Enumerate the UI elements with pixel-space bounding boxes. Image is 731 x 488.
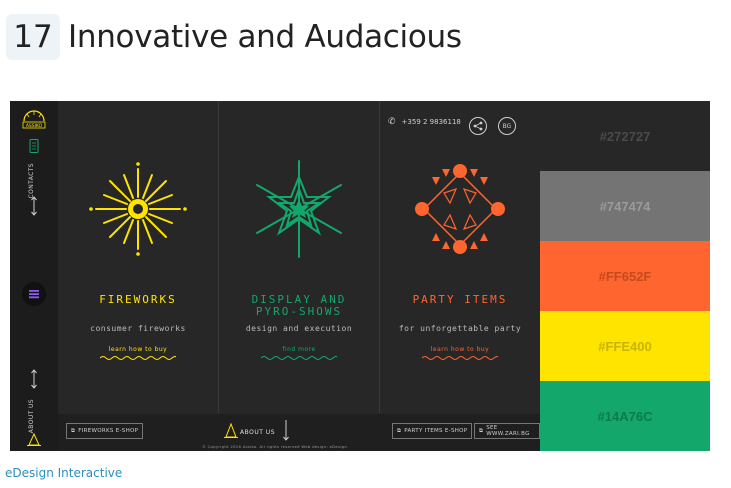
party-flags-icon — [415, 164, 505, 254]
party-items-shop-button[interactable]: ⧉ PARTY ITEMS E-SHOP — [392, 423, 473, 439]
source-credit-link[interactable]: eDesign Interactive — [5, 466, 122, 480]
wave-underline — [422, 356, 498, 360]
learn-how-to-buy-link[interactable]: learn how to buy — [58, 346, 218, 353]
party-shop-label: PARTY ITEMS E-SHOP — [404, 428, 468, 434]
scroll-arrow-icon[interactable] — [282, 419, 290, 441]
panel-title: DISPLAY AND PYRO-SHOWS — [251, 293, 347, 318]
menu-icon — [29, 290, 39, 299]
phone-device-icon[interactable] — [29, 139, 39, 153]
swatch-14a76c: #14A76C — [540, 381, 710, 451]
phone-icon: ✆ — [388, 117, 396, 127]
fireworks-shop-label: FIREWORKS E-SHOP — [78, 428, 139, 434]
external-link-icon: ⧉ — [397, 427, 402, 434]
share-icon — [473, 121, 483, 131]
fireworks-shop-button[interactable]: ⧉ FIREWORKS E-SHOP — [66, 423, 144, 439]
panel-subtitle: design and execution — [245, 324, 353, 333]
panel-title: PARTY ITEMS — [412, 293, 508, 306]
external-link-icon: ⧉ — [71, 427, 76, 434]
wave-underline — [261, 356, 337, 360]
wizard-hat-icon — [224, 422, 238, 438]
panel-subtitle: consumer fireworks — [90, 324, 186, 333]
share-button[interactable] — [469, 117, 487, 135]
swatch-ff652f: #FF652F — [540, 241, 710, 311]
website-screenshot: ASSIKO CONTACTS ABOUT US FIREWORKS consu… — [10, 101, 710, 451]
bottom-bar: ⧉ FIREWORKS E-SHOP ABOUT US ⧉ PARTY ITEM… — [58, 414, 540, 451]
panel-display-shows[interactable]: DISPLAY AND PYRO-SHOWS design and execut… — [219, 101, 380, 413]
panel-party-items[interactable]: PARTY ITEMS for unforgettable party lear… — [380, 101, 541, 413]
panel-fireworks[interactable]: FIREWORKS consumer fireworks learn how t… — [58, 101, 219, 413]
color-palette: #272727 #747474 #FF652F #FFE400 #14A76C — [540, 101, 710, 451]
side-label-about[interactable]: ABOUT US — [28, 399, 40, 433]
language-button[interactable]: BG — [498, 117, 516, 135]
find-more-link[interactable]: find more — [219, 346, 379, 353]
logo-text: ASSIKO — [26, 123, 43, 129]
swatch-272727: #272727 — [540, 101, 710, 171]
external-link-icon: ⧉ — [479, 427, 484, 434]
panel-subtitle: for unforgettable party — [398, 324, 522, 333]
phone-contact[interactable]: ✆ +359 2 9836118 — [388, 117, 461, 127]
zari-link-button[interactable]: ⧉ SEE WWW.ZARI.BG — [474, 423, 540, 439]
learn-how-to-buy-link[interactable]: learn how to buy — [380, 346, 540, 353]
menu-button[interactable] — [22, 282, 46, 306]
scroll-arrow-icon[interactable] — [30, 196, 38, 216]
example-number-badge: 17 — [6, 14, 60, 60]
phone-number: +359 2 9836118 — [401, 118, 461, 126]
panel-title: FIREWORKS — [99, 293, 177, 306]
swatch-ffe400: #FFE400 — [540, 311, 710, 381]
scroll-arrow-icon-lower[interactable] — [30, 369, 38, 389]
wave-underline — [100, 356, 176, 360]
example-heading: 17 Innovative and Audacious — [6, 14, 462, 60]
copyright-text: © Copyright 2016 Assiko. All rights rese… — [202, 444, 348, 449]
left-sidebar: ASSIKO CONTACTS ABOUT US — [10, 101, 58, 451]
wizard-hat-icon — [27, 433, 41, 446]
side-label-contacts[interactable]: CONTACTS — [28, 163, 40, 198]
star-burst-icon — [256, 160, 342, 258]
example-title: Innovative and Audacious — [68, 19, 462, 55]
zari-label: SEE WWW.ZARI.BG — [486, 425, 530, 437]
assiko-logo-icon: ASSIKO — [22, 110, 46, 129]
firework-burst-icon — [89, 162, 187, 256]
about-us-link[interactable]: ABOUT US — [240, 429, 275, 436]
swatch-747474: #747474 — [540, 171, 710, 241]
